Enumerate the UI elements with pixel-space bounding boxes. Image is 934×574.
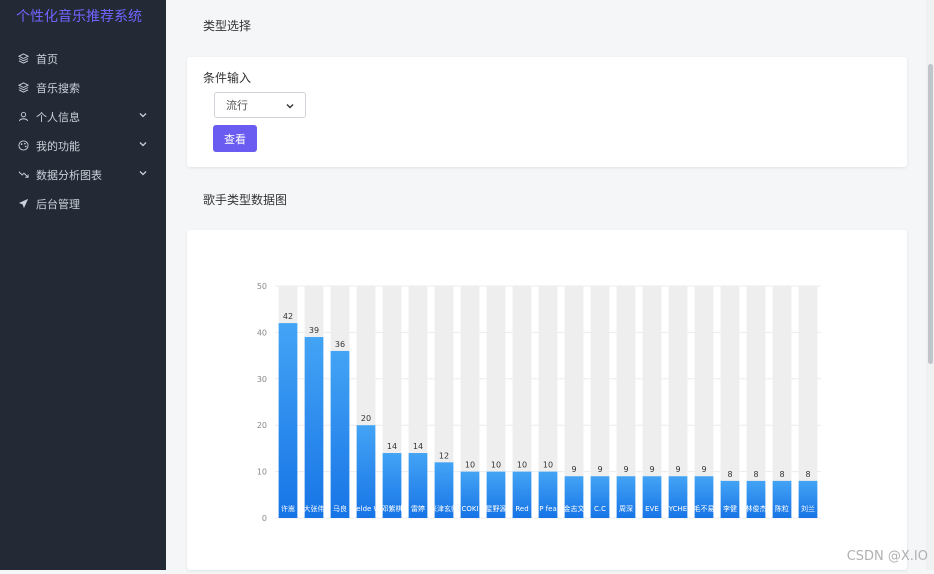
x-category-label: 毛不易 — [694, 504, 715, 513]
x-category-label: 米津玄师 — [430, 504, 458, 513]
chevron-down-icon — [138, 139, 148, 152]
bar-value-label: 10 — [491, 461, 501, 470]
bar-value-label: 9 — [597, 465, 602, 474]
bar-value-label: 8 — [779, 470, 784, 479]
bar-value-label: 8 — [805, 470, 810, 479]
chart-panel: 42 39 36 20 14 14 12 10 10 10 10 9 9 9 9 9 9 8 8 8 8 0 10 20 30… — [187, 230, 907, 570]
sidebar-item-profile[interactable]: 个人信息 — [0, 102, 166, 131]
singer-type-bar-chart: 42 39 36 20 14 14 12 10 10 10 10 9 9 9 9 9 9 8 8 8 8 0 10 20 30… — [257, 282, 821, 523]
x-category-label: EVE — [645, 505, 659, 513]
send-icon — [16, 198, 30, 209]
sidebar-item-label: 后台管理 — [36, 197, 80, 211]
genre-select-value: 流行 — [226, 99, 248, 112]
view-button[interactable]: 查看 — [213, 125, 257, 152]
y-tick-label: 30 — [257, 375, 267, 384]
chart-section-title: 歌手类型数据图 — [203, 193, 288, 207]
sidebar-item-label: 我的功能 — [36, 139, 80, 153]
bar-1[interactable] — [304, 337, 324, 518]
bar-value-label: 9 — [571, 465, 576, 474]
bar-value-label: 9 — [649, 465, 654, 474]
x-category-label: Zelde W — [352, 505, 381, 513]
x-category-label: 周深 — [619, 504, 633, 513]
bar-value-label: 10 — [543, 461, 553, 470]
chevron-down-icon — [138, 110, 148, 123]
scrollbar[interactable] — [926, 0, 934, 570]
bar-value-label: 9 — [675, 465, 680, 474]
bar-value-label: 20 — [361, 414, 371, 423]
chevron-down-icon — [285, 101, 295, 114]
layers-icon — [16, 82, 30, 93]
y-tick-label: 10 — [257, 468, 267, 477]
trend-icon — [16, 169, 30, 180]
bar-value-label: 39 — [309, 326, 319, 335]
chevron-down-icon — [138, 168, 148, 181]
y-tick-label: 40 — [257, 328, 267, 337]
bar-value-label: 10 — [517, 461, 527, 470]
filter-panel: 条件输入 流行 查看 — [187, 57, 907, 167]
sidebar-item-admin[interactable]: 后台管理 — [0, 189, 166, 218]
sidebar: 个性化音乐推荐系统 首页 音乐搜索 个人信息 我的功能 数据分析图表 后台管理 — [0, 0, 166, 570]
app-title: 个性化音乐推荐系统 — [16, 9, 142, 25]
sidebar-item-label: 个人信息 — [36, 110, 80, 124]
genre-select[interactable]: 流行 — [214, 92, 306, 118]
x-category-label: 邓紫棋 — [382, 504, 403, 513]
x-category-label: YCHE — [668, 505, 687, 513]
bar-value-label: 12 — [439, 451, 449, 460]
x-category-label: 金志文 — [564, 504, 585, 513]
x-category-label: 李健 — [723, 504, 737, 513]
sidebar-item-my-functions[interactable]: 我的功能 — [0, 131, 166, 160]
x-category-label: 陈粒 — [775, 504, 789, 513]
bar-value-label: 8 — [753, 470, 758, 479]
bar-value-label: 14 — [387, 442, 397, 451]
x-category-label: Red — [515, 505, 528, 513]
bar-2[interactable] — [330, 350, 350, 518]
bar-value-label: 42 — [283, 312, 293, 321]
x-category-label: P fea — [539, 505, 557, 513]
bar-value-label: 9 — [701, 465, 706, 474]
x-category-label: 雷婷 — [411, 504, 425, 513]
x-category-label: 许嵩 — [281, 504, 295, 513]
bar-0[interactable] — [278, 323, 298, 518]
x-category-label: 大张伟 — [304, 504, 325, 513]
bar-value-label: 10 — [465, 461, 475, 470]
sidebar-item-home[interactable]: 首页 — [0, 44, 166, 73]
bar-value-label: 14 — [413, 442, 423, 451]
x-category-label: C.C — [594, 505, 606, 513]
bar-value-label: 36 — [335, 340, 345, 349]
main-content: 类型选择 条件输入 流行 查看 歌手类型数据图 42 39 36 20 14 14 12 10… — [166, 0, 934, 570]
condition-label: 条件输入 — [203, 71, 252, 85]
x-category-label: 林俊杰 — [746, 504, 767, 513]
palette-icon — [16, 140, 30, 151]
x-category-label: COKI — [461, 505, 478, 513]
watermark: CSDN @X.IO — [846, 549, 928, 564]
sidebar-item-music-search[interactable]: 音乐搜索 — [0, 73, 166, 102]
bar-value-label: 8 — [727, 470, 732, 479]
layers-icon — [16, 53, 30, 64]
bar-value-label: 9 — [623, 465, 628, 474]
y-tick-label: 50 — [257, 282, 267, 291]
user-icon — [16, 111, 30, 122]
x-category-label: 马良 — [333, 504, 347, 513]
scrollbar-thumb[interactable] — [928, 64, 933, 364]
y-tick-label: 20 — [257, 421, 267, 430]
type-section-title: 类型选择 — [203, 19, 252, 33]
sidebar-item-data-charts[interactable]: 数据分析图表 — [0, 160, 166, 189]
sidebar-item-label: 首页 — [36, 52, 58, 66]
x-category-label: 刘兰 — [801, 504, 815, 513]
y-tick-label: 0 — [262, 514, 267, 523]
sidebar-item-label: 数据分析图表 — [36, 168, 102, 182]
x-category-label: 星野源 — [486, 504, 507, 513]
sidebar-item-label: 音乐搜索 — [36, 81, 80, 95]
